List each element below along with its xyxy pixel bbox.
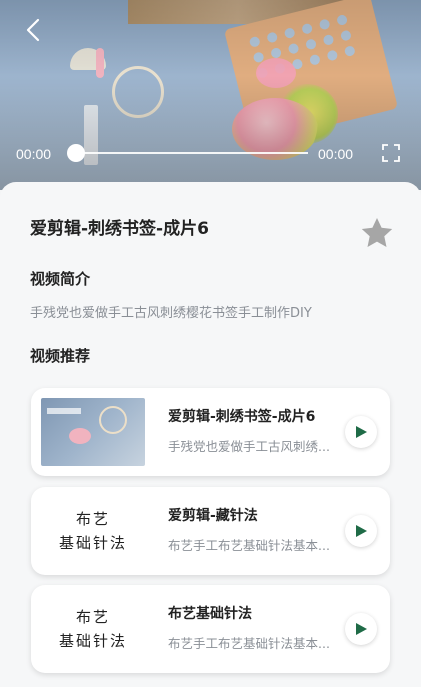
thumbnail-text-line: 基础针法 bbox=[58, 632, 127, 650]
recommend-item-title: 爱剪辑-刺绣书签-成片6 bbox=[168, 409, 316, 425]
video-thumbnail: 布艺 基础针法 bbox=[41, 595, 145, 663]
intro-text: 手残党也爱做手工古风刺绣樱花书签手工制作DIY bbox=[30, 306, 312, 321]
video-detail-page: 00:00 00:00 爱剪辑-刺绣书签-成片6 视频简介 手残党也爱做手工古风… bbox=[0, 0, 421, 687]
favorite-button[interactable] bbox=[360, 216, 394, 250]
play-button[interactable] bbox=[345, 416, 377, 448]
play-icon bbox=[356, 525, 367, 537]
chevron-left-icon bbox=[26, 18, 40, 42]
recommend-item-subtitle: 布艺手工布艺基础针法基本... bbox=[168, 538, 330, 553]
seek-bar[interactable] bbox=[76, 152, 308, 154]
current-time: 00:00 bbox=[16, 146, 52, 162]
recommend-item[interactable]: 布艺 基础针法 爱剪辑-藏针法 布艺手工布艺基础针法基本... bbox=[31, 487, 390, 575]
video-thumbnail: 布艺 基础针法 bbox=[41, 497, 145, 565]
video-player[interactable]: 00:00 00:00 bbox=[0, 0, 421, 190]
recommend-item[interactable]: 爱剪辑-刺绣书签-成片6 手残党也爱做手工古风刺绣... bbox=[31, 388, 390, 476]
recommend-item-subtitle: 手残党也爱做手工古风刺绣... bbox=[168, 439, 330, 454]
play-button[interactable] bbox=[345, 515, 377, 547]
recommend-item[interactable]: 布艺 基础针法 布艺基础针法 布艺手工布艺基础针法基本... bbox=[31, 585, 390, 673]
thumbnail-text-line: 布艺 bbox=[75, 510, 110, 528]
intro-heading: 视频简介 bbox=[30, 270, 91, 288]
recommend-item-subtitle: 布艺手工布艺基础针法基本... bbox=[168, 636, 330, 651]
thumbnail-text-line: 基础针法 bbox=[58, 534, 127, 552]
fullscreen-icon bbox=[382, 144, 400, 162]
play-button[interactable] bbox=[345, 613, 377, 645]
recommend-item-title: 布艺基础针法 bbox=[168, 606, 252, 622]
star-icon bbox=[361, 218, 393, 247]
total-time: 00:00 bbox=[318, 146, 354, 162]
recommend-heading: 视频推荐 bbox=[30, 347, 91, 365]
video-title: 爱剪辑-刺绣书签-成片6 bbox=[30, 219, 209, 239]
fullscreen-button[interactable] bbox=[382, 144, 400, 162]
play-icon bbox=[356, 623, 367, 635]
video-thumbnail bbox=[41, 398, 145, 466]
recommend-item-title: 爱剪辑-藏针法 bbox=[168, 508, 258, 524]
back-button[interactable] bbox=[20, 16, 48, 44]
play-icon bbox=[356, 426, 367, 438]
thumbnail-text-line: 布艺 bbox=[75, 608, 110, 626]
seek-thumb[interactable] bbox=[67, 144, 85, 162]
